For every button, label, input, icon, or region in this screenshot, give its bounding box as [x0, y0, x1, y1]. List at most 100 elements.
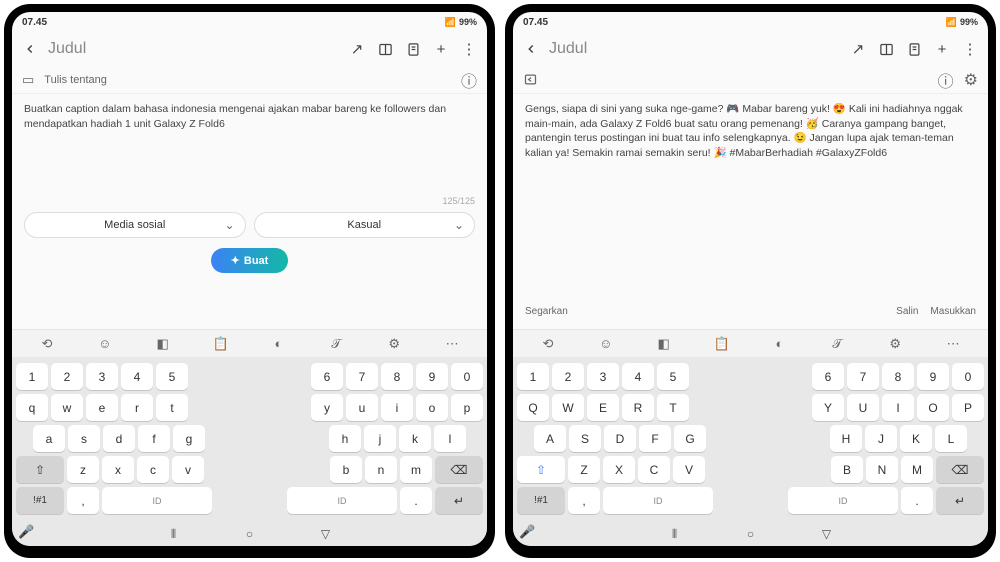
comma-key[interactable]: , [568, 487, 600, 514]
key-z[interactable]: Z [568, 456, 600, 483]
tb-clipboard-icon[interactable]: 📋 [712, 334, 732, 354]
enter-key[interactable]: ↵ [435, 487, 483, 514]
key-y[interactable]: y [311, 394, 343, 421]
key-u[interactable]: U [847, 394, 879, 421]
key-w[interactable]: w [51, 394, 83, 421]
key-o[interactable]: O [917, 394, 949, 421]
key-f[interactable]: F [639, 425, 671, 452]
key-m[interactable]: M [901, 456, 933, 483]
notes-icon[interactable] [904, 39, 924, 59]
symbol-key[interactable]: !#1 [517, 487, 565, 514]
refresh-button[interactable]: Segarkan [525, 306, 568, 317]
key-p[interactable]: p [451, 394, 483, 421]
panel-icon[interactable] [375, 39, 395, 59]
nav-home-icon[interactable]: ○ [242, 526, 258, 542]
mic-icon[interactable]: 🎤 [519, 524, 535, 540]
tb-text-icon[interactable]: 𝒯 [326, 334, 346, 354]
copy-button[interactable]: Salin [896, 306, 918, 317]
nav-recent-icon[interactable]: ⦀ [667, 526, 683, 542]
expand-icon[interactable]: ↗ [848, 39, 868, 59]
key-7[interactable]: 7 [847, 363, 879, 390]
key-t[interactable]: t [156, 394, 188, 421]
tb-voice-icon[interactable]: ◐ [769, 334, 789, 354]
insert-button[interactable]: Masukkan [930, 306, 976, 317]
key-c[interactable]: c [137, 456, 169, 483]
key-7[interactable]: 7 [346, 363, 378, 390]
key-6[interactable]: 6 [311, 363, 343, 390]
nav-home-icon[interactable]: ○ [743, 526, 759, 542]
tb-clipboard-icon[interactable]: 📋 [211, 334, 231, 354]
key-i[interactable]: i [381, 394, 413, 421]
key-r[interactable]: R [622, 394, 654, 421]
period-key[interactable]: . [400, 487, 432, 514]
key-2[interactable]: 2 [51, 363, 83, 390]
key-b[interactable]: B [831, 456, 863, 483]
panel-icon[interactable] [876, 39, 896, 59]
add-icon[interactable]: + [431, 39, 451, 59]
key-q[interactable]: q [16, 394, 48, 421]
key-3[interactable]: 3 [86, 363, 118, 390]
tb-more-icon[interactable]: ⋯ [442, 334, 462, 354]
key-3[interactable]: 3 [587, 363, 619, 390]
tone-selector[interactable]: Kasual [254, 212, 476, 238]
template-icon[interactable]: ▭ [22, 72, 34, 88]
enter-key[interactable]: ↵ [936, 487, 984, 514]
collapse-icon[interactable] [523, 72, 538, 87]
key-n[interactable]: n [365, 456, 397, 483]
notes-icon[interactable] [403, 39, 423, 59]
key-e[interactable]: e [86, 394, 118, 421]
tb-settings-icon[interactable]: ⚙ [384, 334, 404, 354]
key-2[interactable]: 2 [552, 363, 584, 390]
key-k[interactable]: K [900, 425, 932, 452]
key-x[interactable]: x [102, 456, 134, 483]
more-icon[interactable]: ⋮ [960, 39, 980, 59]
key-b[interactable]: b [330, 456, 362, 483]
key-s[interactable]: S [569, 425, 601, 452]
space-key-right[interactable]: ID [287, 487, 397, 514]
nav-back-icon[interactable]: ▽ [318, 526, 334, 542]
key-1[interactable]: 1 [16, 363, 48, 390]
key-4[interactable]: 4 [121, 363, 153, 390]
backspace-key[interactable]: ⌫ [936, 456, 984, 483]
key-6[interactable]: 6 [812, 363, 844, 390]
key-z[interactable]: z [67, 456, 99, 483]
media-selector[interactable]: Media sosial [24, 212, 246, 238]
key-u[interactable]: u [346, 394, 378, 421]
space-key-right[interactable]: ID [788, 487, 898, 514]
key-w[interactable]: W [552, 394, 584, 421]
symbol-key[interactable]: !#1 [16, 487, 64, 514]
key-9[interactable]: 9 [917, 363, 949, 390]
key-d[interactable]: D [604, 425, 636, 452]
key-d[interactable]: d [103, 425, 135, 452]
expand-icon[interactable]: ↗ [347, 39, 367, 59]
key-g[interactable]: G [674, 425, 706, 452]
tb-voice-icon[interactable]: ◐ [268, 334, 288, 354]
key-c[interactable]: C [638, 456, 670, 483]
key-n[interactable]: N [866, 456, 898, 483]
key-a[interactable]: A [534, 425, 566, 452]
space-key-left[interactable]: ID [102, 487, 212, 514]
space-key-left[interactable]: ID [603, 487, 713, 514]
key-m[interactable]: m [400, 456, 432, 483]
tb-more-icon[interactable]: ⋯ [943, 334, 963, 354]
period-key[interactable]: . [901, 487, 933, 514]
shift-key[interactable]: ⇧ [517, 456, 565, 483]
add-icon[interactable]: + [932, 39, 952, 59]
key-9[interactable]: 9 [416, 363, 448, 390]
info-icon[interactable]: ⓘ [461, 68, 477, 92]
key-v[interactable]: V [673, 456, 705, 483]
tb-gif-icon[interactable]: ◧ [654, 334, 674, 354]
key-t[interactable]: T [657, 394, 689, 421]
shift-key[interactable]: ⇧ [16, 456, 64, 483]
tb-undo-icon[interactable]: ⟲ [37, 334, 57, 354]
key-l[interactable]: L [935, 425, 967, 452]
key-e[interactable]: E [587, 394, 619, 421]
key-4[interactable]: 4 [622, 363, 654, 390]
key-8[interactable]: 8 [882, 363, 914, 390]
nav-recent-icon[interactable]: ⦀ [166, 526, 182, 542]
key-q[interactable]: Q [517, 394, 549, 421]
tb-text-icon[interactable]: 𝒯 [827, 334, 847, 354]
key-a[interactable]: a [33, 425, 65, 452]
key-s[interactable]: s [68, 425, 100, 452]
key-r[interactable]: r [121, 394, 153, 421]
